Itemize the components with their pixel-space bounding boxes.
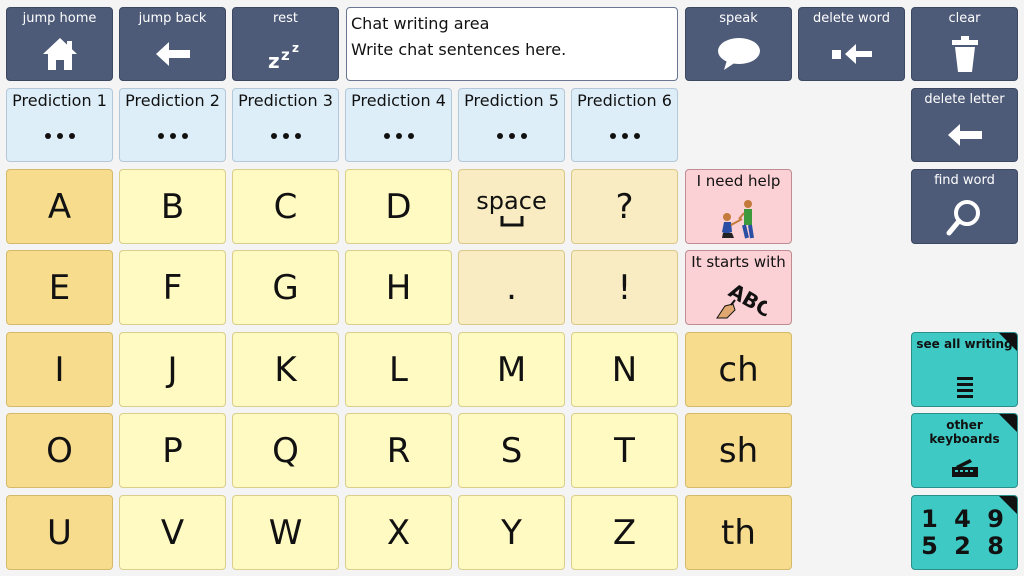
prediction-6[interactable]: Prediction 6 [571,88,678,162]
key-e[interactable]: E [6,250,113,325]
key-s[interactable]: S [458,413,565,488]
prediction-1-label: Prediction 1 [12,91,107,110]
key-period[interactable]: . [458,250,565,325]
key-g[interactable]: G [232,250,339,325]
ellipsis-icon [459,133,564,139]
key-d[interactable]: D [345,169,452,244]
jump-home-button[interactable]: jump home [6,7,113,81]
key-c[interactable]: C [232,169,339,244]
delete-word-icon [799,34,904,74]
key-k[interactable]: K [232,332,339,407]
numbers-label: 1 4 9 5 2 8 [912,506,1017,560]
arrow-left-icon [120,34,225,74]
trash-icon [912,34,1017,74]
prediction-5[interactable]: Prediction 5 [458,88,565,162]
key-question-mark[interactable]: ? [571,169,678,244]
i-need-help-button[interactable]: I need help [685,169,792,244]
ellipsis-icon [120,133,225,139]
key-q[interactable]: Q [232,413,339,488]
key-b[interactable]: B [119,169,226,244]
abc-hand-icon: ABC [686,277,791,321]
house-icon [7,34,112,74]
key-l[interactable]: L [345,332,452,407]
speech-bubble-icon [686,34,791,74]
keyboard-icon [912,455,1017,481]
key-space[interactable]: space [458,169,565,244]
ellipsis-icon [346,133,451,139]
ellipsis-icon [7,133,112,139]
space-label: space [476,186,547,215]
delete-word-label: delete word [812,11,891,26]
rest-label: rest [273,11,298,26]
key-m[interactable]: M [458,332,565,407]
rest-button[interactable]: rest zzz [232,7,339,81]
zzz-icon: zzz [233,34,338,74]
prediction-4-label: Prediction 4 [351,91,446,110]
key-r[interactable]: R [345,413,452,488]
magnifier-icon [912,197,1017,237]
key-t[interactable]: T [571,413,678,488]
key-th[interactable]: th [685,495,792,570]
delete-letter-label: delete letter [924,92,1005,107]
numbers-line-2: 5 2 8 [921,532,1008,560]
key-a[interactable]: A [6,169,113,244]
svg-text:z: z [268,49,280,70]
numbers-keyboard-button[interactable]: 1 4 9 5 2 8 [911,495,1018,570]
prediction-1[interactable]: Prediction 1 [6,88,113,162]
prediction-4[interactable]: Prediction 4 [345,88,452,162]
find-word-label: find word [934,173,995,188]
jump-home-label: jump home [22,11,97,26]
find-word-button[interactable]: find word [911,169,1018,244]
key-v[interactable]: V [119,495,226,570]
speak-label: speak [719,11,758,26]
key-u[interactable]: U [6,495,113,570]
arrow-left-icon [912,115,1017,155]
prediction-5-label: Prediction 5 [464,91,559,110]
other-keyboards-button[interactable]: other keyboards [911,413,1018,488]
svg-text:z: z [292,41,299,55]
see-all-writing-button[interactable]: see all writing [911,332,1018,407]
key-n[interactable]: N [571,332,678,407]
prediction-2[interactable]: Prediction 2 [119,88,226,162]
jump-back-button[interactable]: jump back [119,7,226,81]
key-ch[interactable]: ch [685,332,792,407]
clear-button[interactable]: clear [911,7,1018,81]
key-j[interactable]: J [119,332,226,407]
it-starts-with-label: It starts with [691,253,786,271]
delete-letter-button[interactable]: delete letter [911,88,1018,162]
see-all-writing-label: see all writing [916,337,1013,351]
key-exclamation[interactable]: ! [571,250,678,325]
numbers-line-1: 1 4 9 [921,505,1008,533]
prediction-3[interactable]: Prediction 3 [232,88,339,162]
key-f[interactable]: F [119,250,226,325]
prediction-3-label: Prediction 3 [238,91,333,110]
jump-back-label: jump back [138,11,207,26]
key-h[interactable]: H [345,250,452,325]
key-y[interactable]: Y [458,495,565,570]
lines-icon [912,374,1017,400]
speak-button[interactable]: speak [685,7,792,81]
chat-text: Write chat sentences here. [351,40,567,59]
ellipsis-icon [572,133,677,139]
key-p[interactable]: P [119,413,226,488]
other-keyboards-label: other keyboards [929,418,1000,446]
ellipsis-icon [233,133,338,139]
prediction-6-label: Prediction 6 [577,91,672,110]
key-x[interactable]: X [345,495,452,570]
key-i[interactable]: I [6,332,113,407]
delete-word-button[interactable]: delete word [798,7,905,81]
it-starts-with-button[interactable]: It starts with ABC [685,250,792,325]
space-icon [500,215,523,226]
chat-title: Chat writing area [351,14,490,33]
key-o[interactable]: O [6,413,113,488]
clear-label: clear [948,11,981,26]
key-w[interactable]: W [232,495,339,570]
prediction-2-label: Prediction 2 [125,91,220,110]
key-sh[interactable]: sh [685,413,792,488]
chat-writing-area[interactable]: Chat writing area Write chat sentences h… [346,7,678,81]
key-z[interactable]: Z [571,495,678,570]
svg-text:z: z [281,46,290,64]
i-need-help-label: I need help [696,172,781,190]
help-people-icon [686,196,791,240]
